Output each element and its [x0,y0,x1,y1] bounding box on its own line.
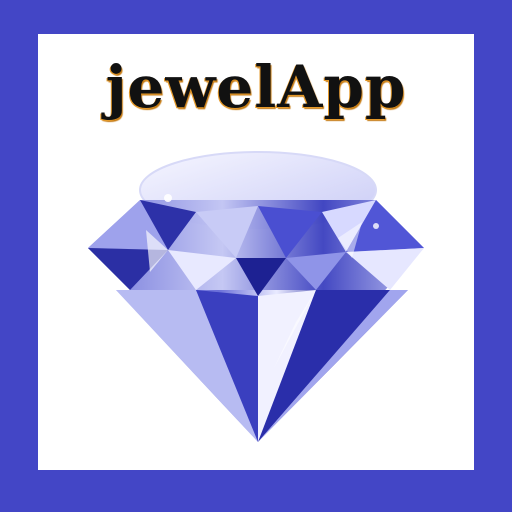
app-title: jewelApp [105,53,407,121]
diamond-icon [88,151,424,442]
